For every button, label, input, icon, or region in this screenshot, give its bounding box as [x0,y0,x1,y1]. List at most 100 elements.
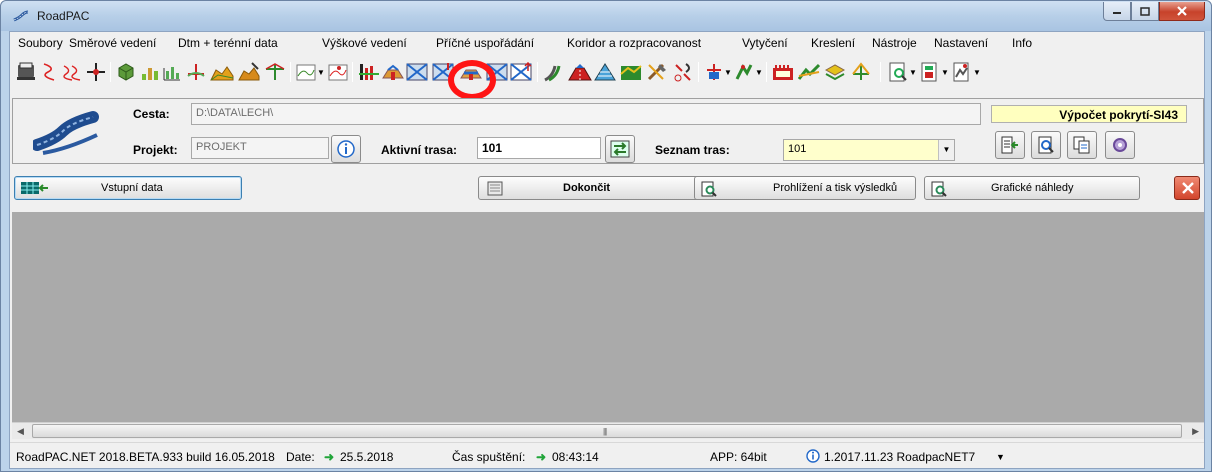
corridor-terrain-icon[interactable] [543,62,565,82]
crosshair-icon[interactable] [86,62,106,82]
vstupni-data-button[interactable]: Vstupní data [14,176,242,200]
menu-smerove-vedeni[interactable]: Směrové vedení [69,36,156,50]
road-paint-icon[interactable] [594,62,616,82]
finish-icon [487,181,503,196]
terrain-edit-icon[interactable] [238,62,260,82]
toolbar-separator [880,62,881,82]
calc-status-label: Výpočet pokrytí-SI43 [991,105,1187,123]
tools-icon[interactable] [620,62,642,82]
scroll-left-icon[interactable]: ◀ [17,426,24,437]
menu-vyskove-vedeni[interactable]: Výškové vedení [322,36,407,50]
chevron-down-icon[interactable]: ▼ [909,68,917,77]
terrain-profile-icon[interactable] [798,62,820,82]
settings-button[interactable] [1105,131,1135,159]
aktivni-trasa-field[interactable]: 101 [477,137,601,159]
scroll-right-icon[interactable]: ▶ [1192,426,1199,437]
workspace-area [12,212,1204,422]
menu-nastaveni[interactable]: Nastavení [934,36,988,50]
graficke-nahledy-button[interactable]: Grafické náhledy [924,176,1140,200]
cross-section-grid-icon[interactable] [406,62,428,82]
menu-kresleni[interactable]: Kreslení [811,36,855,50]
menu-soubory[interactable]: Soubory [18,36,63,50]
chevron-down-icon[interactable]: ▼ [724,68,732,77]
cas-spusteni-value: 08:43:14 [552,450,599,464]
close-icon [1182,182,1194,194]
terrain-cube-icon[interactable] [116,62,136,82]
caption-buttons [1103,2,1205,21]
preview-icon[interactable] [888,62,908,82]
app-road-icon [13,10,29,22]
graphic-preview-icon [931,181,947,197]
status-bar: RoadPAC.NET 2018.BETA.933 build 16.05.20… [10,442,1204,468]
terrain-points-icon[interactable] [140,62,160,82]
chevron-down-icon[interactable]: ▼ [941,68,949,77]
document-arrow-icon [1001,136,1018,154]
menu-dtm[interactable]: Dtm + terénní data [178,36,278,50]
profile-bars-icon[interactable] [162,62,182,82]
graficke-nahledy-label: Grafické náhledy [991,182,1074,194]
vertical-profile-icon[interactable] [296,62,316,82]
info-icon[interactable] [806,449,820,463]
cesta-field[interactable]: D:\DATA\LECH\ [191,103,981,125]
prohlizeni-button[interactable]: Prohlížení a tisk výsledků [694,176,916,200]
setout-icon[interactable] [646,62,668,82]
project-header-panel: Cesta: D:\DATA\LECH\ Výpočet pokrytí-SI4… [12,98,1204,164]
profile-cross-icon[interactable] [186,62,206,82]
terrain-surface-icon[interactable] [210,62,234,82]
cross-section-road-icon[interactable] [382,62,404,82]
seznam-tras-value: 101 [788,143,807,155]
layers-icon[interactable] [824,62,846,82]
menu-vytyceni[interactable]: Vytyčení [742,36,788,50]
ruler-icon[interactable] [772,62,794,82]
chevron-down-icon[interactable]: ▼ [317,68,325,77]
import-button[interactable] [995,131,1025,159]
menu-koridor[interactable]: Koridor a rozpracovanost [567,36,701,50]
close-button[interactable] [1159,2,1205,21]
close-panel-button[interactable] [1174,176,1200,200]
horizontal-curve-icon[interactable] [40,62,60,82]
chevron-down-icon[interactable]: ▼ [973,68,981,77]
menu-info[interactable]: Info [1012,36,1032,50]
projekt-field[interactable]: PROJEKT [191,137,329,159]
drawing-icon[interactable] [704,62,724,82]
scrollbar-thumb[interactable]: ||| [32,424,1182,438]
seznam-tras-select[interactable]: 101 ▼ [783,139,955,161]
menu-nastroje[interactable]: Nástroje [872,36,917,50]
corridor-table-icon[interactable] [510,62,532,82]
aktivni-trasa-label: Aktivní trasa: [381,143,458,157]
terrain-axis-icon[interactable] [264,62,286,82]
build-version[interactable]: 1.2017.11.23 RoadpacNET7 [824,450,975,464]
title-bar[interactable]: RoadPAC [1,1,1211,31]
export-3d-icon[interactable] [952,62,972,82]
dokoncit-button[interactable]: Dokončit [478,176,706,200]
cas-spusteni-label: Čas spuštění: [452,450,526,464]
road-sign-icon[interactable] [850,62,872,82]
reverse-curve-icon[interactable] [62,62,82,82]
toolbar-separator [290,62,291,82]
prohlizeni-label: Prohlížení a tisk výsledků [773,182,898,194]
vertical-profile-edit-icon[interactable] [328,62,348,82]
grip-icon: ||| [603,427,607,436]
project-info-button[interactable] [331,135,361,163]
print-stack-icon[interactable] [16,62,36,82]
chart-icon[interactable] [734,62,754,82]
maximize-button[interactable] [1131,2,1159,21]
data-grid-icon [21,182,48,194]
chevron-down-icon[interactable]: ▼ [996,452,1005,462]
cross-section-bars-icon[interactable] [358,62,380,82]
search-document-button[interactable] [1031,131,1061,159]
chevron-down-icon[interactable]: ▼ [755,68,763,77]
switch-trasa-button[interactable] [605,135,635,163]
toolbar-separator [766,62,767,82]
horizontal-scrollbar[interactable]: ◀ ||| ▶ [12,422,1204,439]
road-3d-icon[interactable] [568,62,592,82]
minimize-button[interactable] [1103,2,1131,21]
app-bitness: APP: 64bit [710,450,767,464]
copy-button[interactable] [1067,131,1097,159]
cross-road-icon[interactable] [672,62,694,82]
chevron-down-icon[interactable]: ▼ [938,140,954,160]
menu-pricne-usporadani[interactable]: Příčné uspořádání [436,36,534,50]
arrow-right-icon: ➜ [324,450,335,464]
export-icon[interactable] [920,62,940,82]
window-title: RoadPAC [37,9,90,23]
